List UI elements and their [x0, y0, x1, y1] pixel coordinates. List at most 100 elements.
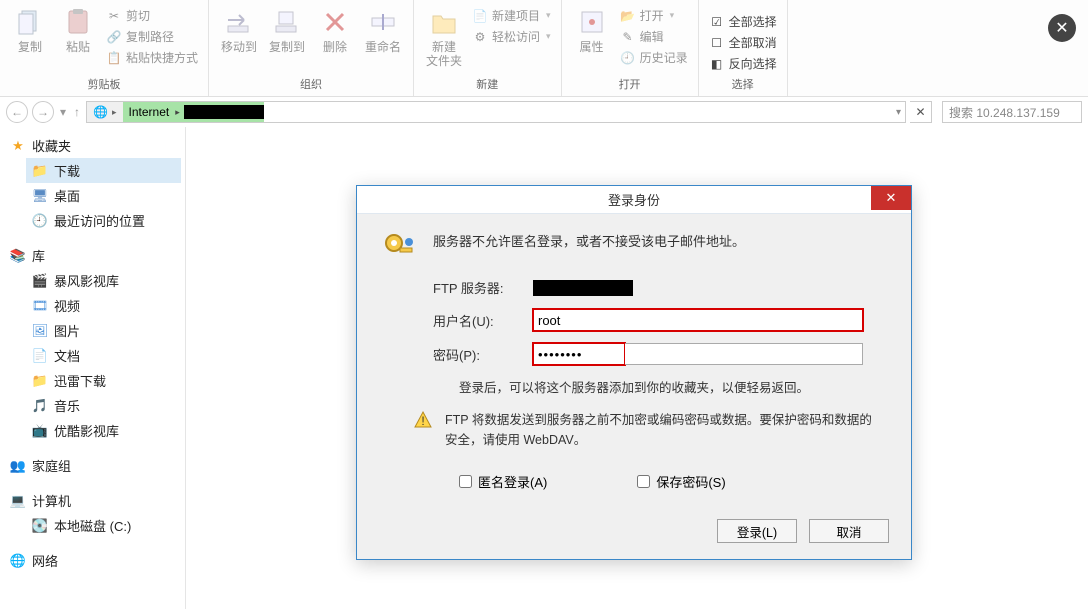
tree-xunlei[interactable]: 📁迅雷下载 [26, 368, 181, 393]
paste-shortcut-button[interactable]: 📋粘贴快捷方式 [104, 48, 200, 67]
main-pane: 登录身份 ✕ 服务器不允许匿名登录，或者不接受该电子邮件地址。 FTP 服务器:… [186, 127, 1088, 609]
paste-label: 粘贴 [66, 40, 90, 54]
paste-shortcut-icon: 📋 [106, 50, 122, 66]
navigation-bar: ← → ▾ ↑ 🌐 ▸ Internet ▸ ▾ ✕ 搜索 10.248.137… [0, 97, 1088, 127]
video-icon: 🎬 [32, 273, 48, 289]
invert-selection-icon: ◧ [709, 56, 725, 72]
move-to-button[interactable]: 移动到 [217, 6, 261, 54]
cancel-button[interactable]: 取消 [809, 519, 889, 543]
tree-drive-c[interactable]: 💽本地磁盘 (C:) [26, 513, 181, 538]
tree-downloads[interactable]: 📁下载 [26, 158, 181, 183]
select-none-button[interactable]: ☐全部取消 [707, 33, 779, 52]
delete-icon [319, 6, 351, 38]
address-bar[interactable]: 🌐 ▸ Internet ▸ ▾ [86, 101, 906, 123]
dialog-close-button[interactable]: ✕ [871, 186, 911, 210]
open-group-label: 打开 [619, 74, 641, 96]
desktop-icon: 🖥 [32, 188, 48, 204]
new-group-label: 新建 [476, 74, 498, 96]
documents-icon: 📄 [32, 348, 48, 364]
tree-libraries[interactable]: 📚库 [4, 243, 181, 268]
video-icon: 📺 [32, 423, 48, 439]
password-input[interactable] [625, 343, 863, 365]
rename-icon [367, 6, 399, 38]
history-button[interactable]: 🕘历史记录 [618, 48, 690, 67]
paste-button[interactable]: 粘贴 [56, 6, 100, 54]
edit-icon: ✎ [620, 29, 636, 45]
folder-icon: 📁 [32, 163, 48, 179]
select-group-label: 选择 [732, 74, 754, 96]
save-password-checkbox[interactable]: 保存密码(S) [637, 472, 725, 491]
password-input-highlight[interactable] [533, 343, 625, 365]
select-all-button[interactable]: ☑全部选择 [707, 12, 779, 31]
content-area: ★收藏夹 📁下载 🖥桌面 🕘最近访问的位置 📚库 🎬暴风影视库 🎞视频 🖼图片 … [0, 127, 1088, 609]
new-item-button[interactable]: 📄新建项目▾ [470, 6, 553, 25]
page-close-button[interactable]: ✕ [1048, 14, 1076, 42]
username-input[interactable] [533, 309, 863, 331]
copy-path-icon: 🔗 [106, 29, 122, 45]
ribbon-group-select: ☑全部选择 ☐全部取消 ◧反向选择 选择 [699, 0, 788, 96]
move-to-icon [223, 6, 255, 38]
delete-button[interactable]: 删除 [313, 6, 357, 54]
library-icon: 📚 [10, 248, 26, 264]
address-refresh-button[interactable]: ✕ [910, 101, 932, 123]
invert-selection-button[interactable]: ◧反向选择 [707, 54, 779, 73]
tree-baofeng[interactable]: 🎬暴风影视库 [26, 268, 181, 293]
breadcrumb-root[interactable]: 🌐 ▸ [87, 102, 122, 122]
tree-documents[interactable]: 📄文档 [26, 343, 181, 368]
breadcrumb-internet[interactable]: Internet [123, 105, 176, 119]
new-folder-button[interactable]: 新建 文件夹 [422, 6, 466, 68]
star-icon: ★ [10, 138, 26, 154]
ftp-server-value-redacted [533, 280, 633, 296]
network-icon: 🌐 [10, 553, 26, 569]
tree-pictures[interactable]: 🖼图片 [26, 318, 181, 343]
ribbon-group-open: 属性 📂打开▾ ✎编辑 🕘历史记录 打开 [562, 0, 699, 96]
tree-desktop[interactable]: 🖥桌面 [26, 183, 181, 208]
login-button[interactable]: 登录(L) [717, 519, 797, 543]
drive-icon: 💽 [32, 518, 48, 534]
ftp-server-label: FTP 服务器: [433, 278, 533, 297]
tree-favorites[interactable]: ★收藏夹 [4, 133, 181, 158]
new-item-icon: 📄 [472, 8, 488, 24]
copy-to-icon [271, 6, 303, 38]
tree-youku[interactable]: 📺优酷影视库 [26, 418, 181, 443]
computer-icon: 💻 [10, 493, 26, 509]
nav-history-dropdown[interactable]: ▾ [58, 105, 68, 119]
copy-button[interactable]: 复制 [8, 6, 52, 54]
select-none-icon: ☐ [709, 35, 725, 51]
tree-music[interactable]: 🎵音乐 [26, 393, 181, 418]
tree-computer[interactable]: 💻计算机 [4, 488, 181, 513]
ribbon-group-organize: 移动到 复制到 删除 重命名 组织 [209, 0, 414, 96]
address-dropdown-icon[interactable]: ▾ [896, 107, 901, 118]
copy-to-button[interactable]: 复制到 [265, 6, 309, 54]
ribbon-group-new: 新建 文件夹 📄新建项目▾ ⚙轻松访问▾ 新建 [414, 0, 562, 96]
copy-icon [14, 6, 46, 38]
nav-forward-button[interactable]: → [32, 101, 54, 123]
clipboard-group-label: 剪贴板 [88, 74, 121, 96]
cut-button[interactable]: ✂剪切 [104, 6, 200, 25]
navigation-tree: ★收藏夹 📁下载 🖥桌面 🕘最近访问的位置 📚库 🎬暴风影视库 🎞视频 🖼图片 … [0, 127, 186, 609]
edit-button[interactable]: ✎编辑 [618, 27, 690, 46]
tree-videos[interactable]: 🎞视频 [26, 293, 181, 318]
tree-recent[interactable]: 🕘最近访问的位置 [26, 208, 181, 233]
video-icon: 🎞 [32, 298, 48, 314]
easy-access-icon: ⚙ [472, 29, 488, 45]
nav-up-button[interactable]: ↑ [72, 105, 82, 119]
username-label: 用户名(U): [433, 311, 533, 330]
dialog-message: 服务器不允许匿名登录，或者不接受该电子邮件地址。 [433, 232, 889, 252]
folder-icon: 📁 [32, 373, 48, 389]
easy-access-button[interactable]: ⚙轻松访问▾ [470, 27, 553, 46]
tree-network[interactable]: 🌐网络 [4, 548, 181, 573]
anonymous-checkbox[interactable]: 匿名登录(A) [459, 472, 547, 491]
rename-button[interactable]: 重命名 [361, 6, 405, 54]
dialog-hint: 登录后，可以将这个服务器添加到你的收藏夹，以便轻易返回。 [379, 377, 889, 396]
dialog-titlebar[interactable]: 登录身份 ✕ [357, 186, 911, 214]
ribbon-group-clipboard: 复制 粘贴 ✂剪切 🔗复制路径 📋粘贴快捷方式 剪贴板 [0, 0, 209, 96]
search-input[interactable]: 搜索 10.248.137.159 [942, 101, 1082, 123]
open-button[interactable]: 📂打开▾ [618, 6, 690, 25]
organize-group-label: 组织 [300, 74, 322, 96]
tree-homegroup[interactable]: 👥家庭组 [4, 453, 181, 478]
properties-button[interactable]: 属性 [570, 6, 614, 54]
key-icon [379, 232, 419, 264]
nav-back-button[interactable]: ← [6, 101, 28, 123]
copy-path-button[interactable]: 🔗复制路径 [104, 27, 200, 46]
